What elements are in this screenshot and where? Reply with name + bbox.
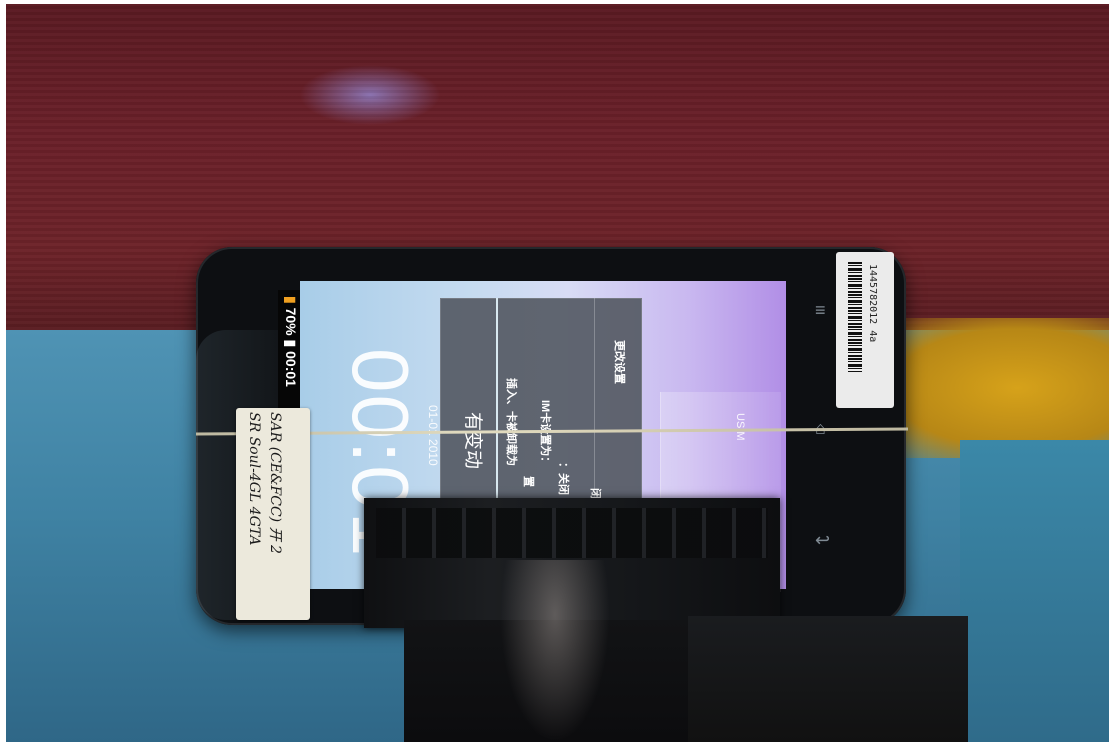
blue-object — [960, 440, 1115, 742]
label-line-1: SR Soul-4GL 4GTA — [246, 412, 262, 546]
photo: US M ▮ 70% ▮ 00:01 00:01 01-01 2010 有变动 … — [0, 0, 1115, 742]
dialog-line-2: 置 — [522, 476, 534, 487]
dialog-line-3: IM卡设置为： — [539, 400, 551, 468]
barcode — [848, 262, 862, 372]
dialog-line-1: 插入、卡被卸载为 — [505, 378, 517, 466]
status-time: 00:01 — [283, 351, 299, 387]
change-settings-button[interactable]: 更改设置 — [612, 340, 628, 384]
signal-icon: ▮ — [283, 296, 299, 304]
lock-date: 01-01 2010 — [426, 405, 440, 466]
clamp-ridges — [376, 508, 768, 558]
barcode-number: 1445782012 4a — [867, 264, 878, 343]
dialog-title-divider — [496, 298, 498, 528]
battery-level: 70% — [283, 307, 299, 336]
barcode-sticker — [836, 252, 894, 408]
dialog-line-4: ：关闭 — [557, 462, 569, 495]
clamp-highlight — [500, 560, 610, 742]
menu-key-icon[interactable]: ≡ — [815, 300, 826, 321]
yellow-object — [870, 318, 1115, 458]
back-key-icon[interactable]: ↩ — [815, 530, 830, 551]
stand-base — [688, 616, 968, 742]
dialog-title: 有变动 — [462, 412, 483, 470]
usim-card-label: US M — [734, 413, 746, 441]
label-line-2: SAR (CE&FCC) 开 2 — [267, 412, 283, 554]
status-bar-text: ▮ 70% ▮ 00:01 — [280, 296, 302, 406]
battery-icon: ▮ — [283, 339, 299, 348]
